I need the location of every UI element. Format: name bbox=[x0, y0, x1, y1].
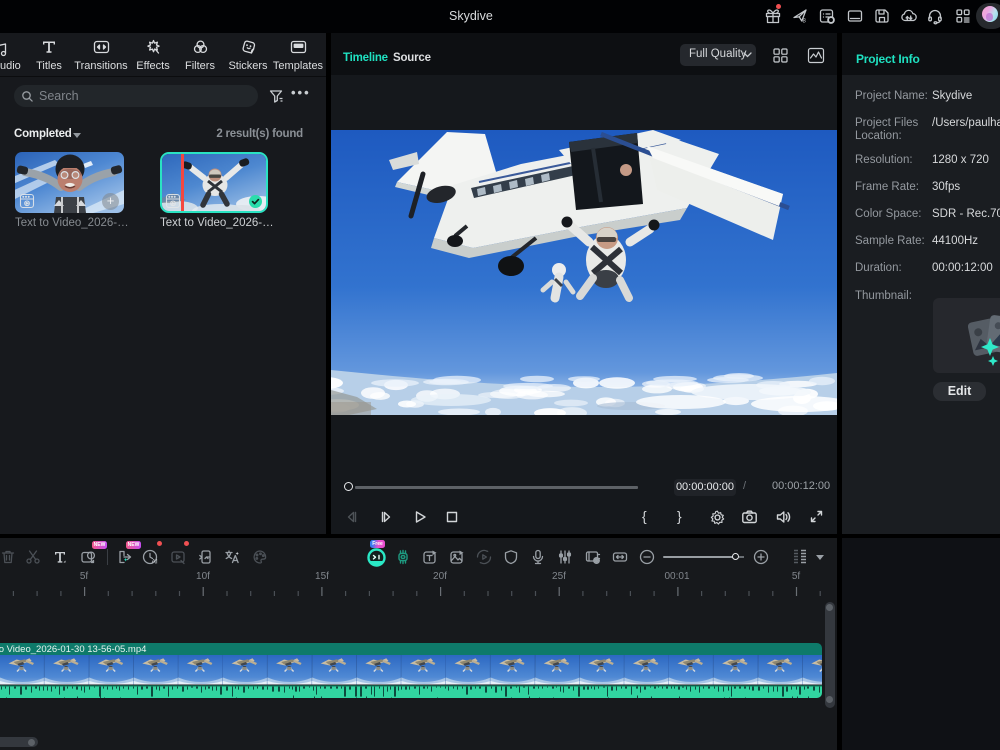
svg-text:8: 8 bbox=[803, 19, 807, 25]
